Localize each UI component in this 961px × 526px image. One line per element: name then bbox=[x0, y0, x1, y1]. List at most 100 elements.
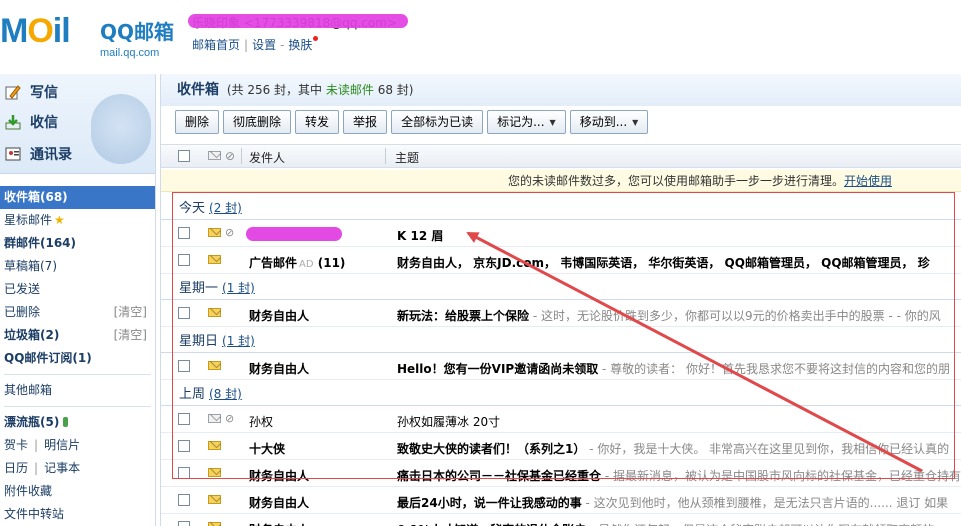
mail-row[interactable]: 财务自由人 痛击日本的公司－－社保基金已经重仓 - 据最新消息，被认为是中国股市风… bbox=[161, 460, 961, 487]
mail-row[interactable]: 广告邮件 AD (11) 财务自由人， 京东JD.com， 韦博国际英语， 华尔街英… bbox=[161, 247, 961, 274]
mark-as-dropdown[interactable]: 标记为... ▼ bbox=[487, 110, 566, 134]
toolbar: 删除 彻底删除 转发 举报 全部标为已读 标记为... ▼ 移动到... ▼ bbox=[175, 110, 649, 134]
row-checkbox[interactable] bbox=[178, 360, 190, 372]
receive-button[interactable]: 收信 bbox=[4, 110, 58, 134]
contacts-button[interactable]: 通讯录 bbox=[4, 142, 72, 166]
brand: QQ邮箱 mail.qq.com bbox=[100, 16, 174, 59]
folder-other-mail[interactable]: 其他邮箱 bbox=[0, 379, 155, 402]
folder-group-mail[interactable]: 群邮件(164) bbox=[0, 232, 155, 255]
star-icon: ★ bbox=[54, 213, 65, 227]
greeting-card-link[interactable]: 贺卡 bbox=[4, 438, 28, 452]
subject-column-header[interactable]: 主题 bbox=[395, 149, 419, 166]
postcard-link[interactable]: 明信片 bbox=[44, 438, 80, 452]
group-count-link[interactable]: (8 封) bbox=[209, 387, 242, 401]
cleanup-notice: 您的未读邮件数过多，您可以使用邮箱助手一步一步进行清理。开始使用 bbox=[161, 170, 961, 192]
start-using-link[interactable]: 开始使用 bbox=[844, 174, 892, 188]
date-group-header: 今天 (2 封) bbox=[161, 194, 961, 220]
row-checkbox[interactable] bbox=[178, 413, 190, 425]
chevron-down-icon: ▼ bbox=[632, 118, 639, 127]
mail-row[interactable]: ⊘ 孙权 孙权如履薄冰 20寸 bbox=[161, 406, 961, 433]
row-checkbox[interactable] bbox=[178, 494, 190, 506]
folder-starred[interactable]: 星标邮件 ★ bbox=[0, 209, 155, 232]
move-to-dropdown[interactable]: 移动到... ▼ bbox=[569, 110, 649, 134]
empty-deleted-link[interactable]: [清空] bbox=[114, 301, 147, 324]
unread-mail-link[interactable]: 未读邮件 bbox=[326, 83, 374, 97]
mail-subject[interactable]: K 12 眉 bbox=[397, 227, 961, 244]
attachment-icon: ⊘ bbox=[225, 149, 236, 163]
unread-envelope-icon bbox=[208, 228, 221, 237]
delete-button[interactable]: 删除 bbox=[175, 110, 220, 134]
group-count-link[interactable]: (1 封) bbox=[222, 334, 255, 348]
mail-subject[interactable]: 最后24小时，说一件让我感动的事 - 这次见到他时，他从颈椎到腰椎，是无法只言片… bbox=[397, 494, 961, 511]
header: MOil QQ邮箱 mail.qq.com 乐晓印象 <1773339818@q… bbox=[0, 0, 961, 70]
folder-list: 收件箱(68) 星标邮件 ★ 群邮件(164) 草稿箱(7) 已发送 已删除 [清空… bbox=[0, 174, 155, 526]
row-checkbox[interactable] bbox=[178, 307, 190, 319]
folder-inbox[interactable]: 收件箱(68) bbox=[0, 186, 155, 209]
mail-snippet: - 尊敬的读者： 你好！首先我恳求您不要将这封信的内容和您的朋 bbox=[598, 362, 950, 376]
mail-subject[interactable]: 财务自由人， 京东JD.com， 韦博国际英语， 华尔街英语， QQ邮箱管理员，… bbox=[397, 254, 961, 271]
mail-subject[interactable]: 0.1%人才知道：秘密的退休金账户 - 虽然你还年轻，但是这个秘密账户却可以让你… bbox=[397, 521, 961, 526]
attachment-icon: ⊘ bbox=[225, 226, 235, 239]
row-checkbox[interactable] bbox=[178, 227, 190, 239]
column-header: ⊘ 发件人 主题 bbox=[161, 144, 961, 168]
divider bbox=[4, 406, 151, 407]
mail-sender: 财务自由人 bbox=[249, 362, 310, 376]
row-checkbox[interactable] bbox=[178, 467, 190, 479]
header-links: 邮箱首页 | 设置 - 换肤 bbox=[192, 36, 319, 53]
mail-row[interactable]: 财务自由人 新玩法：给股票上个保险 - 这时，无论股价跌到多少，你都可以以9元的价… bbox=[161, 300, 961, 327]
mail-row[interactable]: 财务自由人 最后24小时，说一件让我感动的事 - 这次见到他时，他从颈椎到腰椎，是… bbox=[161, 487, 961, 514]
unread-envelope-icon bbox=[208, 308, 221, 317]
folder-drafts[interactable]: 草稿箱(7) bbox=[0, 255, 155, 278]
mail-subject[interactable]: 新玩法：给股票上个保险 - 这时，无论股价跌到多少，你都可以以9元的价格卖出手中… bbox=[397, 307, 961, 324]
unread-envelope-icon bbox=[208, 468, 221, 477]
mail-snippet: - 据最新消息，被认为是中国股市风向标的社保基金，已经重仓持有 bbox=[601, 469, 961, 483]
compose-button[interactable]: 写信 bbox=[4, 80, 58, 104]
mail-row[interactable]: 十大侠 致敬史大侠的读者们！（系列之1） - 你好，我是十大侠。 非常高兴在这里见… bbox=[161, 433, 961, 460]
quick-actions: 写信 收信 通讯录 bbox=[0, 74, 155, 174]
date-group-header: 星期日 (1 封) bbox=[161, 327, 961, 353]
group-label: 星期日 bbox=[179, 334, 219, 349]
calendar-link[interactable]: 日历 bbox=[4, 461, 28, 475]
attachment-collection-link[interactable]: 附件收藏 bbox=[0, 480, 155, 503]
group-count-link[interactable]: (1 封) bbox=[222, 281, 255, 295]
mail-row[interactable]: 财务自由人 Hello！您有一份VIP邀请函尚未领取 - 尊敬的读者： 你好！首先… bbox=[161, 353, 961, 380]
unread-envelope-icon bbox=[208, 522, 221, 526]
delete-permanently-button[interactable]: 彻底删除 bbox=[223, 110, 292, 134]
chevron-down-icon: ▼ bbox=[549, 118, 556, 127]
mail-subject[interactable]: 致敬史大侠的读者们！（系列之1） - 你好，我是十大侠。 非常高兴在这里见到你，… bbox=[397, 440, 961, 457]
penguin-watermark-icon bbox=[91, 94, 151, 164]
group-label: 星期一 bbox=[179, 281, 219, 296]
divider bbox=[4, 374, 151, 375]
unread-envelope-icon bbox=[208, 255, 221, 264]
sender-column-header[interactable]: 发件人 bbox=[249, 149, 285, 166]
mark-all-read-button[interactable]: 全部标为已读 bbox=[391, 110, 484, 134]
mail-sender: 孙权 bbox=[249, 415, 274, 429]
mail-subject[interactable]: 痛击日本的公司－－社保基金已经重仓 - 据最新消息，被认为是中国股市风向标的社保… bbox=[397, 467, 961, 484]
notebook-link[interactable]: 记事本 bbox=[44, 461, 80, 475]
folder-deleted[interactable]: 已删除 [清空] bbox=[0, 301, 155, 324]
mail-row[interactable]: 财务自由人 0.1%人才知道：秘密的退休金账户 - 虽然你还年轻，但是这个秘密账户… bbox=[161, 514, 961, 526]
row-checkbox[interactable] bbox=[178, 440, 190, 452]
row-checkbox[interactable] bbox=[178, 521, 190, 526]
forward-button[interactable]: 转发 bbox=[295, 110, 340, 134]
qqmail-logo[interactable]: MOil bbox=[0, 12, 95, 52]
select-all-checkbox[interactable] bbox=[178, 150, 190, 162]
folder-spam[interactable]: 垃圾箱(2) [清空] bbox=[0, 324, 155, 347]
mail-subject[interactable]: Hello！您有一份VIP邀请函尚未领取 - 尊敬的读者： 你好！首先我恳求您不… bbox=[397, 360, 961, 377]
folder-subscriptions[interactable]: QQ邮件订阅(1) bbox=[0, 347, 155, 370]
empty-spam-link[interactable]: [清空] bbox=[114, 324, 147, 347]
report-button[interactable]: 举报 bbox=[343, 110, 388, 134]
skin-link[interactable]: 换肤 bbox=[288, 38, 312, 52]
mail-snippet: - 这次见到他时，他从颈椎到腰椎，是无法只言片语的...... 退订 如果 bbox=[581, 496, 949, 510]
settings-link[interactable]: 设置 bbox=[252, 38, 276, 52]
drift-bottle-link[interactable]: 漂流瓶(5) bbox=[0, 411, 155, 434]
folder-sent[interactable]: 已发送 bbox=[0, 278, 155, 301]
row-checkbox[interactable] bbox=[178, 254, 190, 266]
home-link[interactable]: 邮箱首页 bbox=[192, 38, 240, 52]
date-group-header: 星期一 (1 封) bbox=[161, 274, 961, 300]
inbox-download-icon bbox=[4, 113, 22, 131]
mail-subject[interactable]: 孙权如履薄冰 20寸 bbox=[397, 413, 961, 430]
mail-list: 今天 (2 封) ⊘ K 12 眉广告邮件 AD (11) 财务自由人， 京东JD.com… bbox=[161, 194, 961, 526]
file-transfer-link[interactable]: 文件中转站 bbox=[0, 503, 155, 526]
group-count-link[interactable]: (2 封) bbox=[209, 201, 242, 215]
